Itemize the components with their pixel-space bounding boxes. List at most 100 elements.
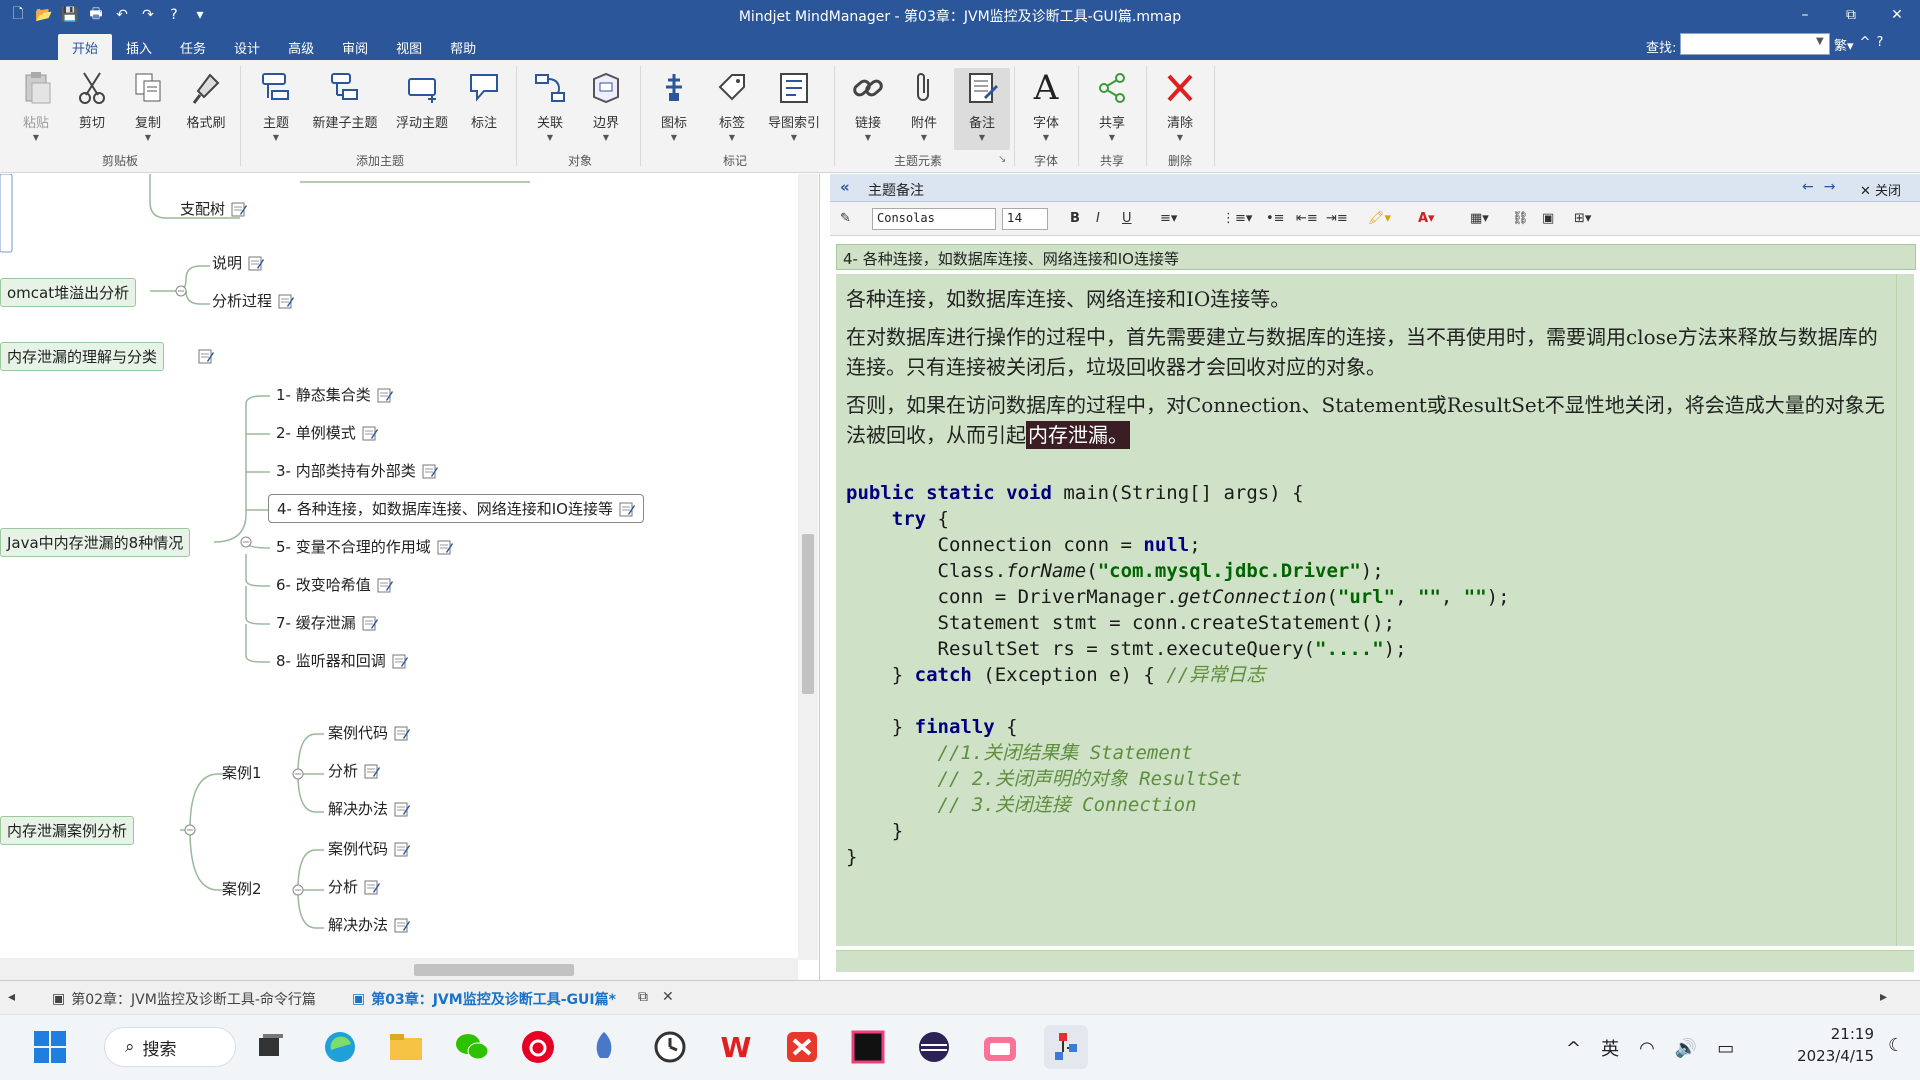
file-explorer-icon[interactable] bbox=[384, 1025, 428, 1069]
tab-advanced[interactable]: 高级 bbox=[274, 34, 328, 60]
rocket-app-icon[interactable] bbox=[582, 1025, 626, 1069]
note-icon[interactable] bbox=[362, 615, 378, 631]
attachment-button[interactable]: 附件 ▼ bbox=[896, 68, 952, 142]
netease-music-icon[interactable] bbox=[516, 1025, 560, 1069]
note-icon[interactable] bbox=[394, 801, 411, 817]
tab-review[interactable]: 审阅 bbox=[328, 34, 382, 60]
tab-view[interactable]: 视图 bbox=[382, 34, 436, 60]
find-input[interactable] bbox=[1680, 33, 1830, 55]
minimize-button[interactable]: – bbox=[1782, 0, 1828, 30]
node-c5[interactable]: 5- 变量不合理的作用域 bbox=[276, 536, 453, 557]
doc-tab-chapter02[interactable]: ▣ 第02章：JVM监控及诊断工具-命令行篇 bbox=[52, 989, 316, 1009]
clock-app-icon[interactable] bbox=[648, 1025, 692, 1069]
tab-design[interactable]: 设计 bbox=[220, 34, 274, 60]
notes-editor[interactable]: 各种连接，如数据库连接、网络连接和IO连接等。 在对数据库进行操作的过程中，首先… bbox=[836, 274, 1896, 946]
mind-map-canvas[interactable]: 支配树 omcat堆溢出分析 说明 分析过程 内存泄漏的理解与分类 1- 静态集… bbox=[0, 174, 820, 980]
clear-button[interactable]: 清除 ▼ bbox=[1152, 68, 1208, 142]
note-icon[interactable] bbox=[392, 653, 408, 669]
notes-vertical-scrollbar[interactable] bbox=[1896, 274, 1914, 946]
node-explain[interactable]: 说明 bbox=[212, 252, 265, 273]
note-icon[interactable] bbox=[364, 879, 381, 895]
tab-task[interactable]: 任务 bbox=[166, 34, 220, 60]
bold-icon[interactable]: B bbox=[1070, 211, 1080, 226]
note-icon[interactable] bbox=[377, 387, 393, 403]
task-view-icon[interactable] bbox=[248, 1025, 292, 1069]
doc-tab-chapter03[interactable]: ▣ 第03章：JVM监控及诊断工具-GUI篇* bbox=[352, 989, 616, 1009]
new-subtopic-button[interactable]: 新建子主题 bbox=[310, 68, 380, 131]
notes-horizontal-scrollbar[interactable] bbox=[836, 950, 1914, 972]
mindmanager-icon[interactable] bbox=[1044, 1025, 1088, 1069]
node-c6[interactable]: 6- 改变哈希值 bbox=[276, 574, 393, 595]
format-painter-button[interactable]: 格式刷 bbox=[178, 68, 234, 131]
icon-button[interactable]: 图标 ▼ bbox=[646, 68, 702, 142]
decrease-indent-icon[interactable]: ⇤≡ bbox=[1296, 211, 1318, 226]
node-c8[interactable]: 8- 监听器和回调 bbox=[276, 650, 408, 671]
notes-button[interactable]: 备注 ▼ bbox=[954, 68, 1010, 150]
node-tomcat[interactable]: omcat堆溢出分析 bbox=[0, 278, 137, 307]
tab-home[interactable]: 开始 bbox=[58, 34, 113, 60]
map-index-button[interactable]: 导图索引 ▼ bbox=[762, 68, 826, 142]
table-icon[interactable]: ▦▾ bbox=[1470, 211, 1489, 226]
node-case2-solution[interactable]: 解决办法 bbox=[328, 914, 411, 935]
format-painter-icon[interactable]: ✎ bbox=[840, 211, 851, 226]
node-java-leak-8[interactable]: Java中内存泄漏的8种情况 bbox=[0, 528, 191, 557]
share-button[interactable]: 共享 ▼ bbox=[1084, 68, 1140, 142]
copy-button[interactable]: 复制 ▼ bbox=[120, 68, 176, 142]
battery-icon[interactable]: ▭ bbox=[1717, 1038, 1734, 1059]
notes-close-button[interactable]: ✕ 关闭 bbox=[1860, 180, 1901, 199]
node-case1-code[interactable]: 案例代码 bbox=[328, 722, 411, 743]
image-icon[interactable]: ▣ bbox=[1542, 211, 1554, 226]
collapse-pane-icon[interactable]: « bbox=[840, 178, 850, 196]
highlight-icon[interactable]: 🖍▾ bbox=[1368, 211, 1391, 226]
note-icon[interactable] bbox=[394, 917, 411, 933]
node-c4-selected[interactable]: 4- 各种连接，如数据库连接、网络连接和IO连接等 bbox=[268, 494, 644, 523]
volume-icon[interactable]: 🔊 bbox=[1675, 1038, 1697, 1059]
note-icon[interactable] bbox=[278, 293, 295, 309]
font-button[interactable]: A 字体 ▼ bbox=[1018, 68, 1074, 142]
scroll-right-icon[interactable]: ▸ bbox=[1880, 989, 1887, 1005]
xmind-icon[interactable] bbox=[780, 1025, 824, 1069]
node-case2[interactable]: 案例2 bbox=[222, 878, 262, 899]
note-icon[interactable] bbox=[364, 763, 381, 779]
insert-object-icon[interactable]: ⊞▾ bbox=[1574, 211, 1591, 226]
note-icon[interactable] bbox=[394, 725, 411, 741]
note-icon[interactable] bbox=[248, 255, 265, 271]
relationship-button[interactable]: 关联 ▼ bbox=[522, 68, 578, 142]
tab-help[interactable]: 帮助 bbox=[436, 34, 490, 60]
node-leak-understanding[interactable]: 内存泄漏的理解与分类 bbox=[0, 342, 165, 371]
boundary-button[interactable]: 边界 ▼ bbox=[578, 68, 634, 142]
font-family-select[interactable]: Consolas bbox=[872, 208, 996, 230]
hyperlink-icon[interactable]: ⛓ bbox=[1512, 211, 1529, 226]
node-c7[interactable]: 7- 缓存泄漏 bbox=[276, 612, 378, 633]
map-horizontal-scrollbar[interactable] bbox=[0, 958, 798, 980]
wps-office-icon[interactable]: W bbox=[714, 1025, 758, 1069]
dialog-launcher-icon[interactable]: ↘ bbox=[998, 154, 1006, 165]
node-c2[interactable]: 2- 单例模式 bbox=[276, 422, 378, 443]
intellij-idea-icon[interactable] bbox=[846, 1025, 890, 1069]
node-case-analysis[interactable]: 内存泄漏案例分析 bbox=[0, 816, 135, 845]
node-c3[interactable]: 3- 内部类持有外部类 bbox=[276, 460, 438, 481]
map-vertical-scrollbar[interactable] bbox=[798, 174, 818, 960]
language-icon[interactable]: 繁▾ bbox=[1834, 35, 1854, 54]
underline-icon[interactable]: U bbox=[1122, 211, 1132, 226]
arrow-left-icon[interactable]: ← bbox=[1802, 179, 1814, 195]
note-icon[interactable] bbox=[437, 539, 453, 555]
tab-insert[interactable]: 插入 bbox=[112, 34, 166, 60]
taskbar-clock[interactable]: 21:19 2023/4/15 bbox=[1782, 1023, 1874, 1067]
font-size-select[interactable]: 14 bbox=[1002, 208, 1048, 230]
node-c1[interactable]: 1- 静态集合类 bbox=[276, 384, 393, 405]
link-button[interactable]: 链接 ▼ bbox=[840, 68, 896, 142]
wechat-icon[interactable] bbox=[450, 1025, 494, 1069]
ime-indicator[interactable]: 英 bbox=[1601, 1035, 1619, 1061]
floating-topic-button[interactable]: 浮动主题 bbox=[390, 68, 454, 131]
cut-button[interactable]: 剪切 bbox=[64, 68, 120, 131]
moon-icon[interactable]: ☾ bbox=[1888, 1035, 1904, 1056]
node-support-tree[interactable]: 支配树 bbox=[180, 198, 248, 219]
note-icon[interactable] bbox=[394, 841, 411, 857]
help-circle-icon[interactable]: ? bbox=[1876, 35, 1883, 54]
note-icon[interactable] bbox=[231, 201, 248, 217]
font-color-icon[interactable]: A▾ bbox=[1418, 211, 1435, 226]
bullet-list-icon[interactable]: •≡ bbox=[1266, 211, 1285, 226]
bilibili-icon[interactable] bbox=[978, 1025, 1022, 1069]
note-icon[interactable] bbox=[619, 501, 635, 517]
